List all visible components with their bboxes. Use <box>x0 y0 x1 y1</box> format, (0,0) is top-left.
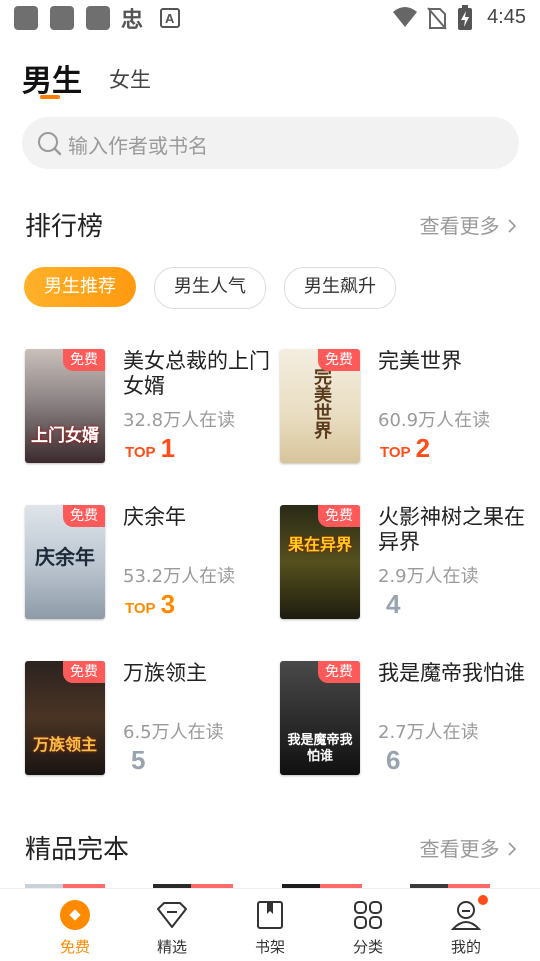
book-readers: 53.2万人在读 <box>123 566 236 587</box>
chevron-right-icon <box>508 219 517 233</box>
search-input[interactable]: 输入作者或书名 <box>22 117 519 169</box>
notification-dot <box>478 895 488 905</box>
free-badge: 免费 <box>63 661 105 683</box>
book-item[interactable]: 万族领主 免费 万族领主 6.5万人在读 5 <box>25 661 275 781</box>
book-readers: 2.7万人在读 <box>378 722 479 743</box>
filter-male-popular[interactable]: 男生人气 <box>154 267 266 309</box>
book-item[interactable]: 果在异界 免费 火影神树之果在异界 2.9万人在读 4 <box>280 505 530 625</box>
book-cover: 果在异界 免费 <box>280 505 360 619</box>
top-label: TOP <box>380 444 411 461</box>
nav-free[interactable]: 免费 <box>21 889 129 961</box>
book-cover: 上门女婿 免费 <box>25 349 105 463</box>
rank-number: 3 <box>160 589 176 619</box>
book-title: 万族领主 <box>123 661 207 685</box>
rank-number: 2 <box>415 433 431 463</box>
book-readers: 2.9万人在读 <box>378 566 479 587</box>
bookshelf-icon <box>257 901 283 929</box>
book-item[interactable]: 上门女婿 免费 美女总裁的上门女婿 32.8万人在读 TOP 1 <box>25 349 275 469</box>
nav-label: 精选 <box>156 938 187 956</box>
more-label: 查看更多 <box>419 214 500 238</box>
top-label: TOP <box>125 600 156 617</box>
tab-male[interactable]: 男生 <box>22 56 82 100</box>
free-badge: 免费 <box>318 349 360 371</box>
rank-badge: 5 <box>125 745 145 777</box>
nav-label: 免费 <box>59 938 90 956</box>
font-app-icon: A <box>160 8 180 28</box>
free-badge: 免费 <box>63 505 105 527</box>
book-title: 完美世界 <box>378 349 462 373</box>
rank-badge: 4 <box>380 589 400 621</box>
rank-number: 5 <box>131 745 146 775</box>
book-title: 庆余年 <box>123 505 186 529</box>
completed-more-link[interactable]: 查看更多 <box>420 833 518 862</box>
rank-badge: 6 <box>380 745 400 777</box>
bottom-nav: 免费 精选 书架 分类 我的 <box>0 888 540 961</box>
book-item[interactable]: 完美世界 免费 完美世界 60.9万人在读 TOP 2 <box>280 349 530 469</box>
battery-charging-icon <box>458 5 472 30</box>
book-cover: 万族领主 免费 <box>25 661 105 775</box>
category-grid-icon <box>354 901 382 929</box>
filter-male-rising[interactable]: 男生飙升 <box>284 267 396 309</box>
book-item[interactable]: 庆余年 免费 庆余年 53.2万人在读 TOP 3 <box>25 505 275 625</box>
nav-label: 我的 <box>450 938 481 956</box>
rank-badge: TOP 3 <box>125 589 175 621</box>
rank-number: 6 <box>386 745 401 775</box>
nav-featured[interactable]: 精选 <box>118 889 226 961</box>
book-item[interactable]: 我是魔帝我怕谁 免费 我是魔帝我怕谁 2.7万人在读 6 <box>280 661 530 781</box>
free-badge: 免费 <box>63 349 105 371</box>
book-readers: 60.9万人在读 <box>378 410 491 431</box>
app-square-icon <box>50 6 74 30</box>
book-title: 美女总裁的上门女婿 <box>123 349 270 398</box>
nav-label: 分类 <box>352 938 383 956</box>
search-icon <box>38 132 62 156</box>
completed-title: 精品完本 <box>25 835 130 865</box>
rank-badge: TOP 1 <box>125 433 175 465</box>
top-label: TOP <box>125 444 156 461</box>
book-cover: 我是魔帝我怕谁 免费 <box>280 661 360 775</box>
book-title: 火影神树之果在异界 <box>378 505 525 554</box>
free-diamond-icon <box>60 900 90 930</box>
nav-bookshelf[interactable]: 书架 <box>216 889 324 961</box>
nav-category[interactable]: 分类 <box>314 889 422 961</box>
filter-male-recommend[interactable]: 男生推荐 <box>24 267 136 307</box>
nav-label: 书架 <box>254 938 285 956</box>
book-readers: 6.5万人在读 <box>123 722 224 743</box>
chevron-right-icon <box>508 842 517 856</box>
profile-icon <box>450 901 482 930</box>
app-square-icon <box>14 6 38 30</box>
no-sim-icon <box>427 7 447 30</box>
search-placeholder: 输入作者或书名 <box>68 134 208 158</box>
rank-number: 4 <box>386 589 401 619</box>
rank-number: 1 <box>160 433 176 463</box>
free-badge: 免费 <box>318 505 360 527</box>
book-cover: 完美世界 免费 <box>280 349 360 463</box>
app-glyph-icon: 忠 <box>121 8 144 33</box>
clock: 4:45 <box>487 6 526 28</box>
tab-active-indicator <box>40 95 60 99</box>
wifi-icon <box>393 7 417 27</box>
free-badge: 免费 <box>318 661 360 683</box>
app-square-icon <box>86 6 110 30</box>
featured-gem-icon <box>157 902 187 928</box>
ranking-more-link[interactable]: 查看更多 <box>420 210 518 239</box>
book-readers: 32.8万人在读 <box>123 410 236 431</box>
nav-profile[interactable]: 我的 <box>412 889 520 961</box>
status-bar: 忠 A 4:45 <box>0 0 540 36</box>
svg-text:A: A <box>165 11 175 26</box>
book-cover: 庆余年 免费 <box>25 505 105 619</box>
rank-badge: TOP 2 <box>380 433 430 465</box>
ranking-title: 排行榜 <box>25 212 104 242</box>
more-label: 查看更多 <box>419 837 500 861</box>
book-title: 我是魔帝我怕谁 <box>378 661 525 685</box>
tab-female[interactable]: 女生 <box>109 64 151 94</box>
